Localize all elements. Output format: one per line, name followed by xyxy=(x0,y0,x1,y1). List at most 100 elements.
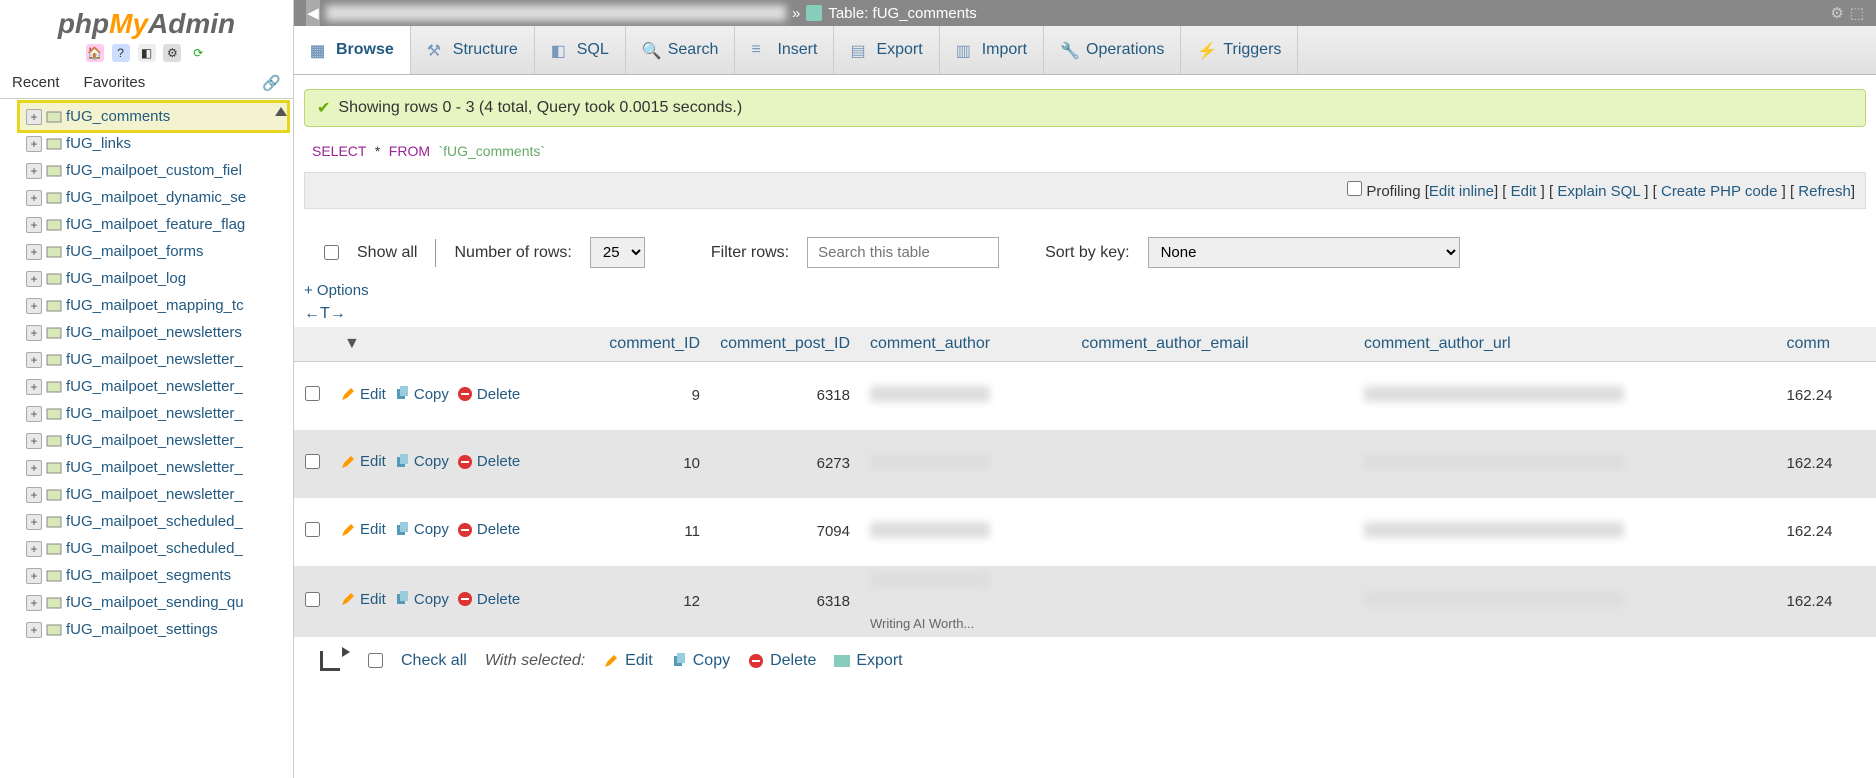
copy-button[interactable]: Copy xyxy=(394,521,449,538)
breadcrumb-table[interactable]: Table: fUG_comments xyxy=(828,5,976,22)
expand-icon[interactable]: + xyxy=(26,325,42,341)
bulk-delete[interactable]: Delete xyxy=(748,652,816,670)
edit-button[interactable]: Edit xyxy=(340,591,386,608)
expand-icon[interactable]: + xyxy=(26,487,42,503)
tree-item-fUG_mailpoet_sending_qu[interactable]: +fUG_mailpoet_sending_qu xyxy=(20,589,287,616)
tab-operations[interactable]: 🔧Operations xyxy=(1044,26,1181,74)
tree-item-fUG_mailpoet_segments[interactable]: +fUG_mailpoet_segments xyxy=(20,562,287,589)
copy-button[interactable]: Copy xyxy=(394,591,449,608)
tab-search[interactable]: 🔍Search xyxy=(626,26,736,74)
tree-item-fUG_mailpoet_newsletter_[interactable]: +fUG_mailpoet_newsletter_ xyxy=(20,481,287,508)
expand-icon[interactable]: + xyxy=(26,163,42,179)
tab-import[interactable]: ▥Import xyxy=(940,26,1044,74)
filter-input[interactable] xyxy=(807,237,999,268)
delete-button[interactable]: Delete xyxy=(457,386,520,403)
copy-button[interactable]: Copy xyxy=(394,453,449,470)
tree-item-fUG_mailpoet_log[interactable]: +fUG_mailpoet_log xyxy=(20,265,287,292)
tab-triggers[interactable]: ⚡Triggers xyxy=(1181,26,1298,74)
expand-icon[interactable]: + xyxy=(26,190,42,206)
expand-icon[interactable]: + xyxy=(26,217,42,233)
tab-export[interactable]: ▤Export xyxy=(834,26,939,74)
profiling-checkbox[interactable] xyxy=(1347,181,1362,196)
delete-button[interactable]: Delete xyxy=(457,453,520,470)
tree-item-fUG_mailpoet_newsletters[interactable]: +fUG_mailpoet_newsletters xyxy=(20,319,287,346)
help-icon[interactable]: ? xyxy=(112,44,130,62)
expand-icon[interactable]: + xyxy=(26,568,42,584)
column-controls[interactable]: ←T→ xyxy=(294,305,1876,327)
edit-button[interactable]: Edit xyxy=(340,453,386,470)
col-comm[interactable]: comm xyxy=(1777,327,1876,362)
expand-icon[interactable]: + xyxy=(26,379,42,395)
scroll-up-icon[interactable] xyxy=(275,107,287,116)
sort-icon[interactable]: ▼ xyxy=(344,335,360,352)
tab-recent[interactable]: Recent xyxy=(0,68,72,98)
expand-icon[interactable]: + xyxy=(26,136,42,152)
sortkey-select[interactable]: None xyxy=(1148,237,1460,268)
bulk-copy[interactable]: Copy xyxy=(671,652,730,670)
link-edit[interactable]: Edit xyxy=(1511,183,1537,200)
expand-icon[interactable]: + xyxy=(26,433,42,449)
bulk-export[interactable]: Export xyxy=(834,652,902,670)
tree-item-fUG_mailpoet_newsletter_[interactable]: +fUG_mailpoet_newsletter_ xyxy=(20,346,287,373)
bulk-edit[interactable]: Edit xyxy=(603,652,653,670)
tree-item-fUG_comments[interactable]: +fUG_comments xyxy=(20,103,287,130)
tree-item-fUG_mailpoet_scheduled_[interactable]: +fUG_mailpoet_scheduled_ xyxy=(20,508,287,535)
col-comment_author_url[interactable]: comment_author_url xyxy=(1354,327,1777,362)
expand-icon[interactable]: + xyxy=(26,271,42,287)
row-checkbox[interactable] xyxy=(305,386,320,401)
edit-button[interactable]: Edit xyxy=(340,521,386,538)
tree-item-fUG_mailpoet_forms[interactable]: +fUG_mailpoet_forms xyxy=(20,238,287,265)
check-all-checkbox[interactable] xyxy=(368,653,383,668)
tab-structure[interactable]: ⚒Structure xyxy=(411,26,535,74)
link-create-php[interactable]: Create PHP code xyxy=(1661,183,1777,200)
link-refresh[interactable]: Refresh xyxy=(1798,183,1851,200)
expand-icon[interactable]: + xyxy=(26,460,42,476)
tree-item-fUG_mailpoet_settings[interactable]: +fUG_mailpoet_settings xyxy=(20,616,287,643)
tab-sql[interactable]: ◧SQL xyxy=(535,26,626,74)
tab-insert[interactable]: ≡Insert xyxy=(735,26,834,74)
row-checkbox[interactable] xyxy=(305,454,320,469)
link-edit-inline[interactable]: Edit inline xyxy=(1429,183,1494,200)
options-toggle[interactable]: + Options xyxy=(294,282,1876,305)
col-comment_author_email[interactable]: comment_author_email xyxy=(1071,327,1354,362)
tree-item-fUG_mailpoet_newsletter_[interactable]: +fUG_mailpoet_newsletter_ xyxy=(20,427,287,454)
numrows-select[interactable]: 25 xyxy=(590,237,645,268)
tree-item-fUG_mailpoet_feature_flag[interactable]: +fUG_mailpoet_feature_flag xyxy=(20,211,287,238)
tab-favorites[interactable]: Favorites xyxy=(72,68,158,98)
col-comment_post_ID[interactable]: comment_post_ID xyxy=(710,327,860,362)
panel-toggle-icon[interactable]: ◀ xyxy=(306,0,320,26)
delete-button[interactable]: Delete xyxy=(457,521,520,538)
gear-icon[interactable]: ⚙ xyxy=(1830,4,1843,22)
expand-icon[interactable]: + xyxy=(26,595,42,611)
check-all-label[interactable]: Check all xyxy=(401,652,467,670)
tab-browse[interactable]: ▦Browse xyxy=(294,26,411,74)
copy-button[interactable]: Copy xyxy=(394,386,449,403)
tree-item-fUG_mailpoet_newsletter_[interactable]: +fUG_mailpoet_newsletter_ xyxy=(20,454,287,481)
col-comment_ID[interactable]: comment_ID xyxy=(560,327,710,362)
expand-icon[interactable]: + xyxy=(26,352,42,368)
row-checkbox[interactable] xyxy=(305,592,320,607)
edit-button[interactable]: Edit xyxy=(340,386,386,403)
overlay-icon[interactable]: ⬚ xyxy=(1850,4,1864,22)
tree-item-fUG_mailpoet_custom_fiel[interactable]: +fUG_mailpoet_custom_fiel xyxy=(20,157,287,184)
row-checkbox[interactable] xyxy=(305,522,320,537)
home-icon[interactable]: 🏠 xyxy=(86,44,104,62)
tree-item-fUG_mailpoet_newsletter_[interactable]: +fUG_mailpoet_newsletter_ xyxy=(20,373,287,400)
tree-item-fUG_links[interactable]: +fUG_links xyxy=(20,130,287,157)
link-explain[interactable]: Explain SQL xyxy=(1557,183,1640,200)
expand-icon[interactable]: + xyxy=(26,541,42,557)
tree-item-fUG_mailpoet_newsletter_[interactable]: +fUG_mailpoet_newsletter_ xyxy=(20,400,287,427)
refresh-icon[interactable]: ⟳ xyxy=(189,44,207,62)
tree-item-fUG_mailpoet_mapping_tc[interactable]: +fUG_mailpoet_mapping_tc xyxy=(20,292,287,319)
expand-icon[interactable]: + xyxy=(26,406,42,422)
expand-icon[interactable]: + xyxy=(26,514,42,530)
expand-icon[interactable]: + xyxy=(26,244,42,260)
col-comment_author[interactable]: comment_author xyxy=(860,327,1071,362)
delete-button[interactable]: Delete xyxy=(457,591,520,608)
expand-icon[interactable]: + xyxy=(26,109,42,125)
link-icon[interactable]: 🔗 xyxy=(250,68,293,98)
tree-item-fUG_mailpoet_scheduled_[interactable]: +fUG_mailpoet_scheduled_ xyxy=(20,535,287,562)
expand-icon[interactable]: + xyxy=(26,622,42,638)
show-all-checkbox[interactable] xyxy=(324,245,339,260)
sql-icon[interactable]: ◧ xyxy=(138,44,156,62)
